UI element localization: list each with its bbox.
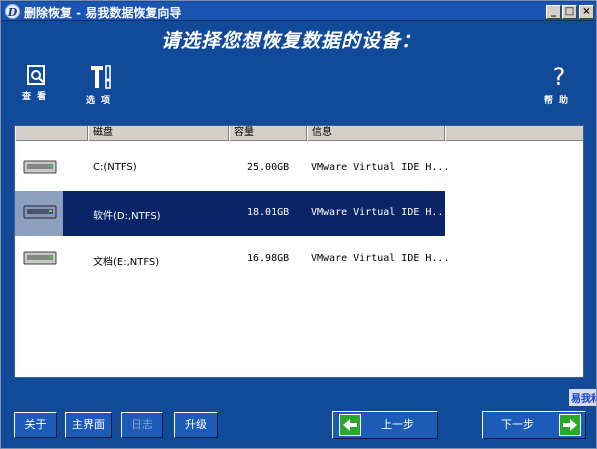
device-row-selected[interactable]: 软件(D:,NTFS) 18.01GB VMware Virtual IDE H… [15,191,583,236]
minimize-button[interactable]: _ [546,5,561,19]
view-icon [27,65,45,85]
column-header-size[interactable]: 容量 [229,126,307,141]
device-info: VMware Virtual IDE H... [311,207,450,218]
brand-link[interactable]: 易我科 [569,389,596,406]
arrow-right-icon [559,414,581,436]
maximize-button[interactable]: □ [562,5,577,19]
device-row[interactable]: 文档(E:,NTFS) 16.98GB VMware Virtual IDE H… [15,237,583,281]
arrow-left-icon [339,414,361,436]
window-title: 删除恢复 - 易我数据恢复向导 [24,6,182,20]
device-list[interactable]: 磁盘 容量 信息 C:(NTFS) 25.00GB VMware Virtual… [14,125,584,378]
app-window: D 删除恢复 - 易我数据恢复向导 _ □ × 请选择您想恢复数据的设备： 查看… [0,0,597,449]
title-bar[interactable]: D 删除恢复 - 易我数据恢复向导 _ □ × [2,2,596,21]
device-disk-name: C:(NTFS) [93,162,137,173]
next-step-button[interactable]: 下一步 [482,411,586,439]
device-row[interactable]: C:(NTFS) 25.00GB VMware Virtual IDE H... [15,146,583,190]
view-tool-label: 查看 [21,92,52,102]
upgrade-button[interactable]: 升级 [174,412,218,438]
list-header: 磁盘 容量 信息 [15,126,583,141]
close-button[interactable]: × [579,5,594,19]
device-size: 18.01GB [247,207,290,218]
device-disk-name: 文档(E:,NTFS) [93,257,160,268]
next-step-label: 下一步 [501,418,534,431]
device-size: 16.98GB [247,253,290,264]
options-tool-label: 选项 [85,96,116,106]
footer-band [1,387,569,405]
previous-step-button[interactable]: 上一步 [332,411,438,439]
help-tool-label: 帮助 [543,96,574,106]
about-button[interactable]: 关于 [14,412,57,438]
help-icon: ? [552,63,566,91]
app-logo-icon: D [5,4,20,19]
page-title: 请选择您想恢复数据的设备： [161,30,422,52]
column-header-icon[interactable] [15,126,88,141]
hard-drive-icon [23,251,57,265]
device-size: 25.00GB [247,162,290,173]
options-tool-button[interactable]: 选项 [81,64,121,114]
view-tool-button[interactable]: 查看 [17,64,57,114]
column-header-filler [445,126,583,141]
column-header-info[interactable]: 信息 [307,126,445,141]
main-menu-button[interactable]: 主界面 [65,412,112,438]
device-info: VMware Virtual IDE H... [311,253,450,264]
tools-icon [91,65,111,89]
hard-drive-icon [23,205,57,219]
hard-drive-icon [23,160,57,174]
column-header-disk[interactable]: 磁盘 [88,126,229,141]
device-info: VMware Virtual IDE H... [311,162,450,173]
previous-step-label: 上一步 [381,418,414,431]
device-disk-name: 软件(D:,NTFS) [93,211,161,222]
log-button[interactable]: 日志 [121,412,163,438]
help-tool-button[interactable]: ? 帮助 [539,64,579,114]
